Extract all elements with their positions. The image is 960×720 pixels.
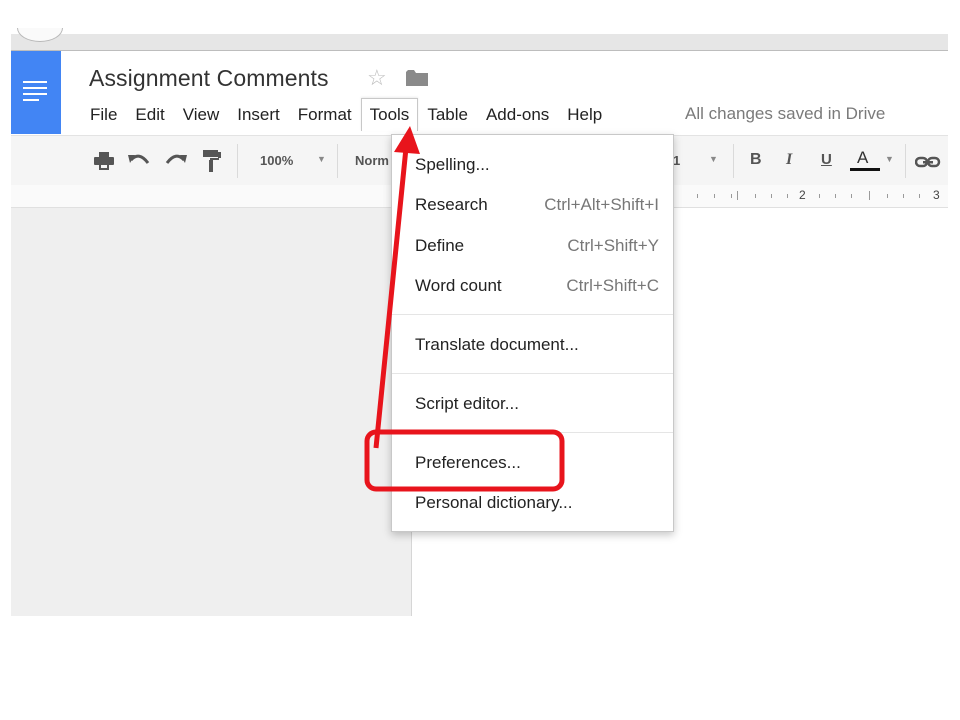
menu-item-research[interactable]: Research Ctrl+Alt+Shift+I	[392, 189, 673, 219]
chevron-down-icon[interactable]: ▼	[709, 154, 718, 164]
document-margin	[11, 208, 412, 616]
menu-insert[interactable]: Insert	[228, 98, 289, 132]
menu-item-spelling[interactable]: Spelling...	[392, 149, 673, 179]
menu-separator	[392, 373, 673, 374]
menu-add-ons[interactable]: Add-ons	[477, 98, 558, 132]
ruler-number: 3	[933, 188, 940, 202]
save-status[interactable]: All changes saved in Drive	[685, 104, 885, 124]
menu-table[interactable]: Table	[418, 98, 477, 132]
browser-chrome	[11, 28, 948, 51]
undo-icon[interactable]	[128, 153, 150, 167]
menu-separator	[392, 432, 673, 433]
ruler-number: 2	[799, 188, 806, 202]
bold-button[interactable]: B	[750, 151, 762, 169]
shortcut-label: Ctrl+Shift+C	[566, 276, 659, 295]
font-size-select[interactable]: 1	[673, 153, 680, 168]
link-icon[interactable]	[915, 156, 941, 168]
shortcut-label: Ctrl+Alt+Shift+I	[544, 195, 659, 214]
tools-menu: Spelling... Research Ctrl+Alt+Shift+I De…	[391, 134, 674, 532]
zoom-select[interactable]: 100%	[260, 153, 293, 168]
folder-icon[interactable]	[406, 70, 428, 86]
text-color-swatch	[850, 168, 880, 171]
menu-view[interactable]: View	[174, 98, 229, 132]
redo-icon[interactable]	[165, 153, 187, 167]
menu-item-preferences[interactable]: Preferences...	[392, 447, 673, 477]
toolbar-separator	[905, 144, 906, 178]
paint-format-icon[interactable]	[203, 150, 221, 172]
menu-item-define[interactable]: Define Ctrl+Shift+Y	[392, 230, 673, 260]
menu-separator	[392, 314, 673, 315]
document-title[interactable]: Assignment Comments	[89, 65, 329, 92]
menu-bar: File Edit View Insert Format Tools Table…	[81, 98, 611, 132]
shortcut-label: Ctrl+Shift+Y	[567, 236, 659, 255]
menu-file[interactable]: File	[81, 98, 126, 132]
menu-item-translate-document[interactable]: Translate document...	[392, 329, 673, 359]
toolbar-separator	[237, 144, 238, 178]
text-color-button[interactable]: A	[857, 148, 868, 168]
star-icon[interactable]: ☆	[367, 65, 387, 91]
style-select[interactable]: Norm	[355, 153, 389, 168]
menu-help[interactable]: Help	[558, 98, 611, 132]
browser-tab-strip	[11, 34, 948, 51]
menu-item-script-editor[interactable]: Script editor...	[392, 388, 673, 418]
menu-tools[interactable]: Tools	[360, 98, 419, 131]
italic-button[interactable]: I	[786, 151, 792, 169]
chevron-down-icon[interactable]: ▼	[317, 154, 326, 164]
print-icon[interactable]	[94, 152, 114, 170]
menu-edit[interactable]: Edit	[126, 98, 173, 132]
toolbar-separator	[733, 144, 734, 178]
toolbar-separator	[337, 144, 338, 178]
menu-item-personal-dictionary[interactable]: Personal dictionary...	[392, 487, 673, 517]
menu-item-word-count[interactable]: Word count Ctrl+Shift+C	[392, 270, 673, 300]
menu-format[interactable]: Format	[289, 98, 361, 132]
underline-button[interactable]: U	[821, 151, 832, 168]
chevron-down-icon[interactable]: ▼	[885, 154, 894, 164]
docs-logo-icon[interactable]	[11, 51, 61, 134]
